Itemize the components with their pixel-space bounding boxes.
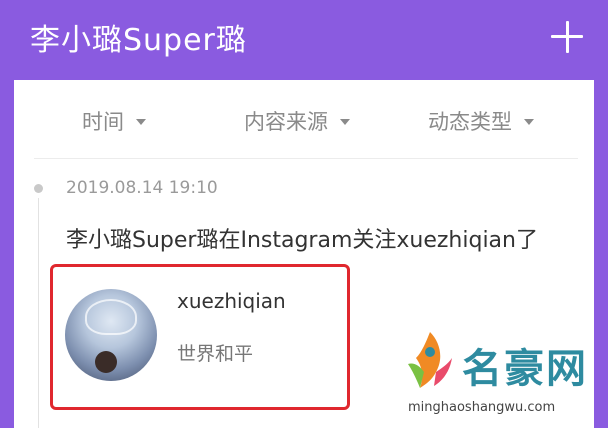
filter-type-label: 动态类型 — [428, 110, 512, 134]
app-header: 李小璐Super璐 — [0, 0, 608, 80]
avatar-figure — [95, 351, 117, 373]
filter-type-dropdown[interactable]: 动态类型 — [428, 106, 534, 136]
caret-down-icon — [524, 119, 534, 125]
avatar[interactable] — [65, 289, 157, 381]
post-timestamp: 2019.08.14 19:10 — [66, 178, 218, 198]
caret-down-icon — [136, 119, 146, 125]
timeline-dot-icon — [34, 184, 43, 193]
user-name[interactable]: xuezhiqian — [177, 289, 286, 313]
page-title: 李小璐Super璐 — [30, 23, 247, 58]
divider — [34, 158, 578, 159]
filter-time-label: 时间 — [82, 110, 124, 134]
filter-source-label: 内容来源 — [244, 110, 328, 134]
user-card[interactable]: xuezhiqian 世界和平 — [50, 264, 350, 410]
feed-card: 时间 内容来源 动态类型 2019.08.14 19:10 李小璐Super璐在… — [14, 80, 594, 428]
filter-bar: 时间 内容来源 动态类型 — [14, 80, 594, 160]
timeline-line — [38, 198, 39, 428]
user-bio: 世界和平 — [177, 343, 254, 365]
caret-down-icon — [340, 119, 350, 125]
plus-icon[interactable] — [550, 20, 584, 54]
post-text: 李小璐Super璐在Instagram关注xuezhiqian了 — [66, 228, 538, 253]
filter-time-dropdown[interactable]: 时间 — [82, 106, 146, 136]
filter-source-dropdown[interactable]: 内容来源 — [244, 106, 350, 136]
avatar-decoration — [85, 299, 137, 335]
